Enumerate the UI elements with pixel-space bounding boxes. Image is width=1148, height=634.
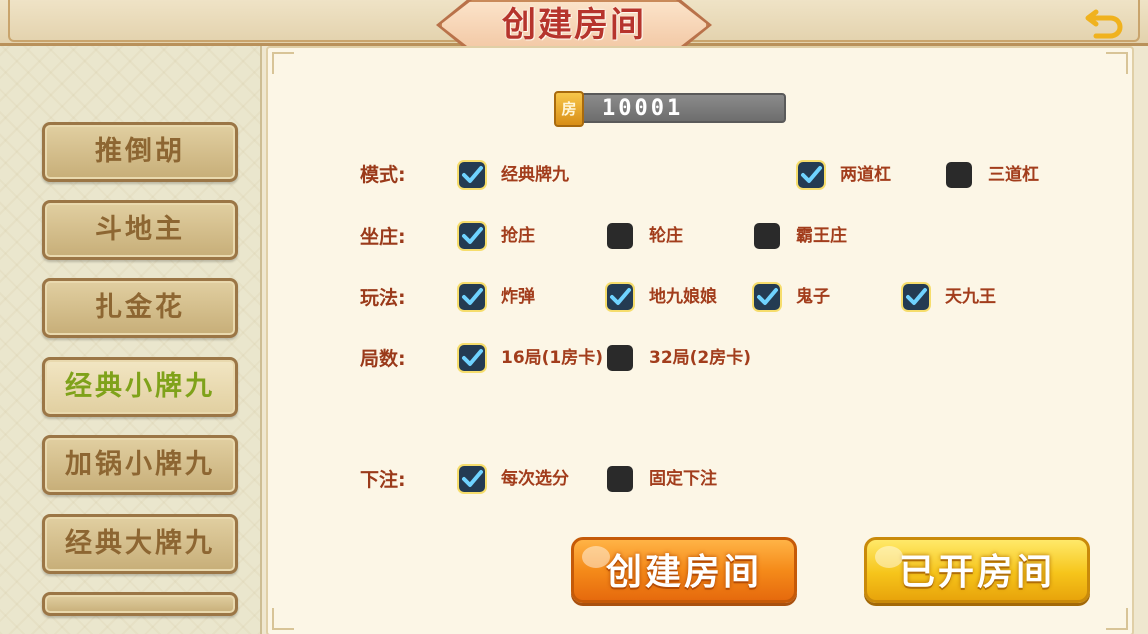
sidebar-item-partial[interactable]: [42, 592, 238, 616]
page-title: 创建房间: [502, 5, 646, 45]
checkmark-icon: [462, 166, 483, 183]
mode-classic-checkbox[interactable]: [459, 162, 485, 188]
button-gloss: [875, 546, 903, 568]
rounds-label: 局数:: [360, 348, 406, 370]
play-tianjiu-checkbox[interactable]: [903, 284, 929, 310]
mode-two-bars-label: 两道杠: [840, 165, 891, 185]
checkmark-icon: [610, 288, 631, 305]
checkmark-icon: [462, 227, 483, 244]
bet-fixed-label: 固定下注: [649, 469, 717, 489]
rounds-32-label: 32局(2房卡): [649, 348, 752, 368]
panel-corner: [272, 608, 294, 630]
sidebar-item-doudizhu[interactable]: 斗地主: [42, 200, 238, 260]
panel-corner: [272, 52, 294, 74]
checkmark-icon: [906, 288, 927, 305]
mode-classic-label: 经典牌九: [501, 165, 569, 185]
bet-choose-label: 每次选分: [501, 469, 569, 489]
banker-tyrant-checkbox[interactable]: [754, 223, 780, 249]
sidebar-item-zhajinhua[interactable]: 扎金花: [42, 278, 238, 338]
play-bomb-checkbox[interactable]: [459, 284, 485, 310]
play-guizi-checkbox[interactable]: [754, 284, 780, 310]
rounds-16-label: 16局(1房卡): [501, 348, 604, 368]
banker-rotate-label: 轮庄: [649, 226, 683, 246]
mode-three-bars-checkbox[interactable]: [946, 162, 972, 188]
banker-tyrant-label: 霸王庄: [796, 226, 847, 246]
mode-three-bars-label: 三道杠: [988, 165, 1039, 185]
bet-choose-checkbox[interactable]: [459, 466, 485, 492]
create-room-label: 创建房间: [605, 552, 762, 593]
banker-rotate-checkbox[interactable]: [607, 223, 633, 249]
banker-grab-checkbox[interactable]: [459, 223, 485, 249]
sidebar-item-jiaguo-small-paijiu[interactable]: 加锅小牌九: [42, 435, 238, 495]
mode-label: 模式:: [360, 164, 406, 186]
play-tianjiu-label: 天九王: [945, 287, 996, 307]
checkmark-icon: [757, 288, 778, 305]
rounds-16-checkbox[interactable]: [459, 345, 485, 371]
play-bomb-label: 炸弹: [501, 287, 535, 307]
create-room-button[interactable]: 创建房间: [571, 537, 797, 603]
checkmark-icon: [801, 166, 822, 183]
back-arrow-icon: [1085, 9, 1123, 39]
play-label: 玩法:: [360, 287, 406, 309]
panel-corner: [1106, 608, 1128, 630]
mode-two-bars-checkbox[interactable]: [798, 162, 824, 188]
checkmark-icon: [462, 470, 483, 487]
bet-label: 下注:: [360, 469, 406, 491]
checkmark-icon: [462, 349, 483, 366]
checkmark-icon: [462, 288, 483, 305]
bet-fixed-checkbox[interactable]: [607, 466, 633, 492]
sidebar-item-tuidaohu[interactable]: 推倒胡: [42, 122, 238, 182]
opened-rooms-button[interactable]: 已开房间: [864, 537, 1090, 603]
sidebar-item-classic-big-paijiu[interactable]: 经典大牌九: [42, 514, 238, 574]
room-number: 10001: [602, 96, 684, 121]
sidebar-item-classic-small-paijiu[interactable]: 经典小牌九: [42, 357, 238, 417]
back-button[interactable]: [1082, 4, 1128, 40]
opened-rooms-label: 已开房间: [898, 552, 1055, 593]
panel-corner: [1106, 52, 1128, 74]
banker-label: 坐庄:: [360, 226, 406, 248]
button-gloss: [582, 546, 610, 568]
play-dijiu-checkbox[interactable]: [607, 284, 633, 310]
rounds-32-checkbox[interactable]: [607, 345, 633, 371]
play-dijiu-label: 地九娘娘: [649, 287, 717, 307]
banker-grab-label: 抢庄: [501, 226, 535, 246]
play-guizi-label: 鬼子: [796, 287, 830, 307]
room-card-icon: 房: [554, 91, 584, 127]
